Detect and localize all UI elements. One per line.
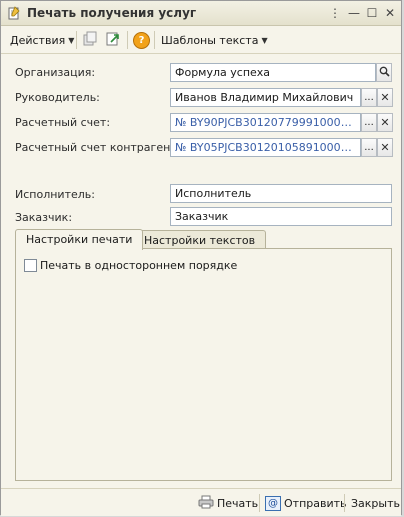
toolbar-divider [154, 31, 155, 49]
close-label: Закрыть [351, 496, 400, 510]
close-window-button[interactable]: ✕ [382, 5, 398, 21]
templates-menu-button[interactable]: Шаблоны текста ▼ [161, 31, 268, 49]
manager-select-button[interactable]: ... [361, 88, 377, 107]
counterparty-account-select-button[interactable]: ... [361, 138, 377, 157]
toolbar-divider [76, 31, 77, 49]
templates-label: Шаблоны текста [161, 33, 259, 47]
print-button[interactable]: Печать [198, 495, 258, 511]
counterparty-account-field[interactable]: № BY05PJCB3012010589100005090... [170, 138, 361, 157]
maximize-button[interactable]: ☐ [364, 5, 380, 21]
actions-label: Действия [10, 33, 66, 47]
bottom-divider [259, 494, 260, 512]
send-label: Отправить [284, 496, 347, 510]
one-sided-checkbox[interactable] [24, 259, 37, 272]
email-at-icon: @ [265, 495, 281, 511]
printer-icon [198, 495, 214, 512]
send-button[interactable]: @ Отправить [265, 495, 347, 511]
bottom-command-bar: Печать @ Отправить Закрыть [1, 488, 401, 516]
toolbar: Действия ▼ ? Шаблоны текста ▼ [1, 26, 401, 54]
organization-label: Организация: [15, 66, 96, 79]
minimize-button[interactable]: — [346, 5, 362, 21]
dialog-window: Печать получения услуг ⋮ — ☐ ✕ Действия … [0, 0, 402, 516]
document-edit-icon [7, 6, 21, 20]
manager-clear-button[interactable]: ✕ [377, 88, 393, 107]
customer-input[interactable]: Заказчик [170, 207, 392, 226]
chevron-down-icon: ▼ [68, 35, 75, 45]
account-clear-button[interactable]: ✕ [377, 113, 393, 132]
account-label: Расчетный счет: [15, 116, 111, 129]
copy-doc-icon [82, 31, 98, 50]
help-button[interactable]: ? [133, 31, 150, 49]
organization-search-button[interactable] [376, 63, 392, 82]
close-button[interactable]: Закрыть [351, 495, 400, 511]
tab-panel-print-settings: Печать в одностороннем порядке [15, 248, 392, 481]
counterparty-account-label: Расчетный счет контрагента: [15, 141, 188, 154]
manager-field[interactable]: Иванов Владимир Михайлович [170, 88, 361, 107]
chevron-down-icon: ▼ [261, 35, 268, 45]
executor-input[interactable]: Исполнитель [170, 184, 392, 203]
tab-print-settings[interactable]: Настройки печати [15, 229, 144, 250]
organization-field[interactable]: Формула успеха [170, 63, 376, 82]
bottom-divider [344, 494, 345, 512]
help-icon: ? [133, 31, 150, 49]
manager-label: Руководитель: [15, 91, 100, 104]
export-doc-icon [105, 31, 121, 50]
print-label: Печать [217, 496, 259, 510]
export-doc-button[interactable] [105, 31, 121, 49]
actions-menu-button[interactable]: Действия ▼ [10, 31, 74, 49]
one-sided-label[interactable]: Печать в одностороннем порядке [40, 259, 237, 272]
copy-doc-button[interactable] [82, 31, 98, 49]
toolbar-divider [127, 31, 128, 49]
search-icon [379, 66, 390, 80]
executor-label: Исполнитель: [15, 188, 95, 201]
customer-label: Заказчик: [15, 211, 73, 224]
counterparty-account-clear-button[interactable]: ✕ [377, 138, 393, 157]
window-title: Печать получения услуг [27, 6, 197, 20]
title-bar: Печать получения услуг ⋮ — ☐ ✕ [1, 1, 401, 26]
window-menu-icon[interactable]: ⋮ [327, 5, 343, 21]
account-field[interactable]: № BY90PJCB3012077999100000093... [170, 113, 361, 132]
tab-text-settings[interactable]: Настройки текстов [133, 230, 267, 249]
account-select-button[interactable]: ... [361, 113, 377, 132]
